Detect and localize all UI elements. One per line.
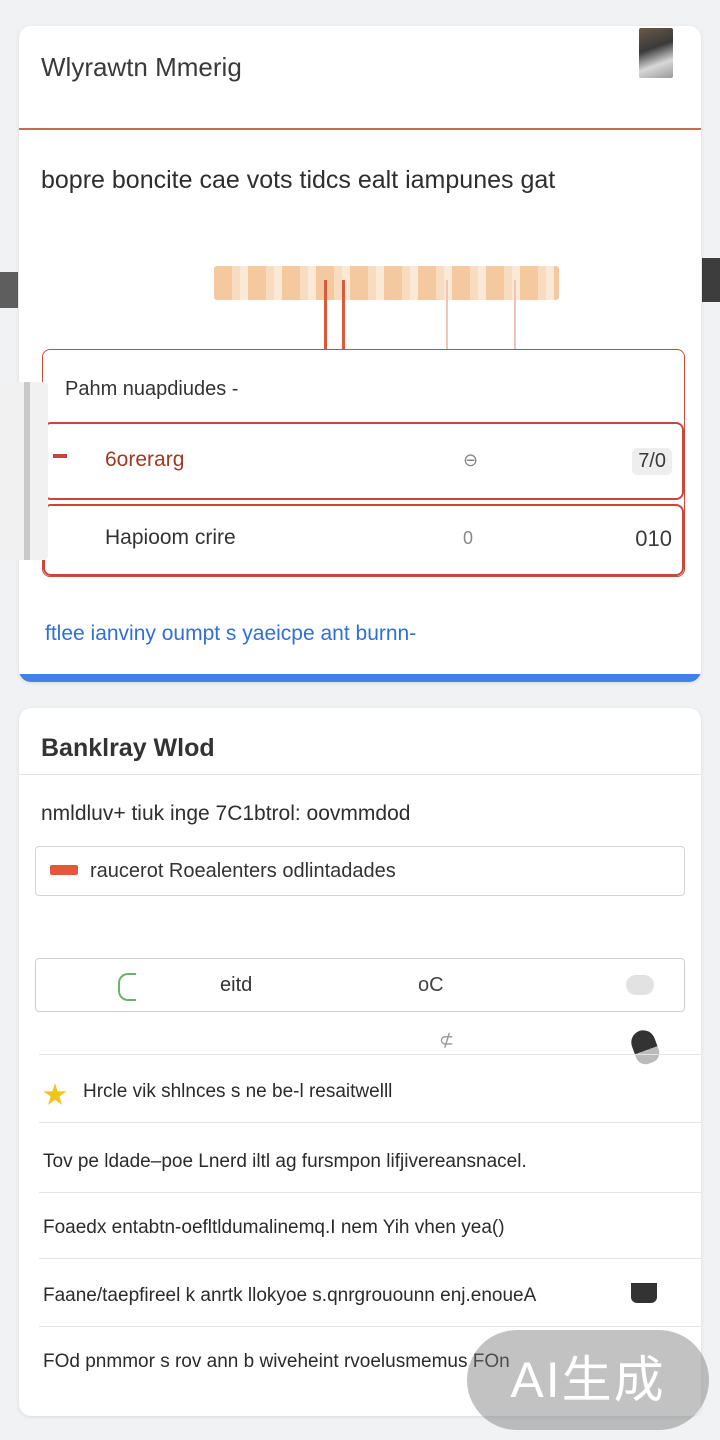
card-description: nmldluv+ tiuk inge 7C1btrol: oovmmdod	[41, 802, 411, 825]
pending-card: Wlyrawtn Mmerig bopre boncite cae vots t…	[19, 26, 701, 682]
list-item-text: Hrcle vik shlnces s ne be-l resaitwelll	[83, 1081, 393, 1102]
row-status: 0	[463, 528, 474, 548]
list-item[interactable]: Tov pe ldade–poe Lnerd iltl ag fursmpon …	[39, 1122, 701, 1191]
hero-post	[514, 280, 516, 358]
row-name: 6orerarg	[105, 448, 185, 471]
hero-post	[324, 280, 327, 358]
card-title: Banklray Wlod	[41, 734, 215, 762]
list-item-text: Tov pe ldade–poe Lnerd iltl ag fursmpon …	[43, 1151, 527, 1172]
pending-label: Pahm nuapdiudes -	[65, 378, 239, 400]
hero-post	[446, 280, 448, 358]
card-title: Wlyrawtn Mmerig	[41, 52, 242, 82]
list-item[interactable]: Foaedx entabtn-oefltldumalinemq.I nem Yi…	[39, 1192, 701, 1259]
option-label[interactable]: eitd	[220, 974, 252, 997]
list-item[interactable]: Hrcle vik shlnces s ne be-l resaitwelll	[39, 1054, 701, 1123]
toggle-switch[interactable]	[626, 975, 654, 995]
row-value: 7/0	[632, 448, 672, 475]
leaf-icon[interactable]	[118, 973, 136, 1001]
hero-illustration	[214, 256, 559, 358]
side-drawer-handle[interactable]	[0, 382, 48, 560]
pending-panel: Pahm nuapdiudes - 6orerarg ⊖ 7/0 Hapioom…	[42, 349, 685, 577]
card-subtitle: bopre boncite cae vots tidcs ealt iampun…	[41, 166, 556, 194]
edge-strip-right	[702, 258, 720, 302]
list-item-text: FOd pnmmor s rov ann b wiveheint rvoelus…	[43, 1351, 510, 1372]
list-item-text: Faane/taepfireel k anrtk llokyoe s.qnrgr…	[43, 1285, 537, 1306]
pending-row[interactable]: Hapioom crire 0 010	[43, 504, 684, 576]
card-header: Banklray Wlod	[19, 708, 701, 775]
accent-bar	[19, 674, 701, 682]
star-icon	[43, 1083, 67, 1105]
option-bar: eitd oC	[35, 958, 685, 1012]
list-item-text: Foaedx entabtn-oefltldumalinemq.I nem Yi…	[43, 1217, 505, 1238]
footer-link[interactable]: ftlee ianviny oumpt s yaeicpe ant burnn-	[45, 622, 416, 646]
drawer-handle-bar	[24, 382, 30, 560]
pending-row[interactable]: 6orerarg ⊖ 7/0	[43, 422, 684, 500]
settings-card: Banklray Wlod nmldluv+ tiuk inge 7C1btro…	[19, 708, 701, 1416]
flag-icon	[53, 454, 67, 458]
row-value: 010	[635, 526, 672, 551]
flag-icon	[50, 865, 78, 875]
cup-icon	[631, 1283, 657, 1303]
info-text: raucerot Roealenters odlintadades	[90, 860, 396, 882]
small-marker-icon: ⊄	[439, 1030, 455, 1050]
watermark-badge: AI生成	[467, 1330, 709, 1430]
option-value[interactable]: oC	[418, 974, 444, 997]
edge-strip-left	[0, 272, 18, 308]
list-item[interactable]: Faane/taepfireel k anrtk llokyoe s.qnrgr…	[39, 1258, 701, 1327]
avatar[interactable]	[639, 28, 673, 78]
row-name: Hapioom crire	[105, 526, 236, 549]
hero-band	[214, 266, 559, 300]
hero-post	[342, 280, 345, 358]
info-banner[interactable]: raucerot Roealenters odlintadades	[35, 846, 685, 896]
row-status-icon: ⊖	[463, 450, 479, 470]
card-header: Wlyrawtn Mmerig	[19, 26, 701, 130]
